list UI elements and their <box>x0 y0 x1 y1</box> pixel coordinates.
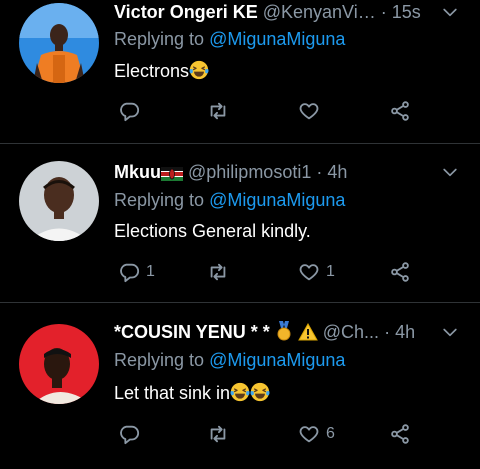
heart-icon <box>298 100 320 122</box>
laughing-tears-emoji-icon <box>189 60 209 80</box>
tweet[interactable]: Victor Ongeri KE @KenyanVi… · 15s Replyi… <box>0 0 480 143</box>
retweet-button[interactable] <box>206 261 236 283</box>
like-count: 1 <box>326 263 335 280</box>
replying-prefix: Replying to <box>114 29 210 49</box>
replying-to: Replying to @MigunaMiguna <box>114 29 345 50</box>
like-button[interactable] <box>298 100 326 122</box>
chevron-down-icon[interactable] <box>440 162 460 182</box>
replying-prefix: Replying to <box>114 190 210 210</box>
tweet-text-content: Let that sink in <box>114 383 231 403</box>
mention-link[interactable]: @MigunaMiguna <box>209 29 345 49</box>
display-name[interactable]: *COUSIN YENU * * <box>114 322 270 342</box>
reply-count: 1 <box>146 263 155 280</box>
chevron-down-icon[interactable] <box>440 322 460 342</box>
medal-emoji-icon <box>277 321 291 341</box>
like-button[interactable]: 6 <box>298 423 335 445</box>
replying-to: Replying to @MigunaMiguna <box>114 350 345 371</box>
mention-link[interactable]: @MigunaMiguna <box>209 350 345 370</box>
tweet-text: Electrons <box>114 60 209 82</box>
tweet[interactable]: Mkuu @philipmosoti1 · 4h Replying to @Mi… <box>0 144 480 302</box>
timestamp[interactable]: 4h <box>395 322 415 342</box>
laughing-tears-emoji-icon <box>230 382 250 402</box>
tweet[interactable]: *COUSIN YENU * * @Ch... · 4h Replying to… <box>0 303 480 469</box>
user-handle[interactable]: @KenyanVi… <box>263 2 376 22</box>
reply-icon <box>118 261 140 283</box>
reply-button[interactable] <box>118 100 146 122</box>
share-icon <box>389 100 411 122</box>
reply-button[interactable] <box>118 423 146 445</box>
tweet-header: *COUSIN YENU * * @Ch... · 4h <box>114 320 460 344</box>
like-button[interactable]: 1 <box>298 261 335 283</box>
tweet-header: Victor Ongeri KE @KenyanVi… · 15s <box>114 0 460 24</box>
separator: · <box>384 322 391 342</box>
display-name[interactable]: Mkuu <box>114 162 161 182</box>
share-button[interactable] <box>389 261 411 283</box>
like-count: 6 <box>326 425 335 442</box>
timestamp[interactable]: 4h <box>327 162 347 182</box>
reply-button[interactable]: 1 <box>118 261 155 283</box>
tweet-text-content: Electrons <box>114 61 190 81</box>
share-icon <box>389 423 411 445</box>
user-handle[interactable]: @philipmosoti1 <box>188 162 311 182</box>
display-name[interactable]: Victor Ongeri KE <box>114 2 258 22</box>
mention-link[interactable]: @MigunaMiguna <box>209 190 345 210</box>
tweet-text: Let that sink in <box>114 382 270 404</box>
heart-icon <box>298 261 320 283</box>
laughing-tears-emoji-icon <box>250 382 270 402</box>
tweet-header: Mkuu @philipmosoti1 · 4h <box>114 160 460 184</box>
kenya-flag-icon <box>161 167 183 181</box>
timestamp[interactable]: 15s <box>392 2 421 22</box>
avatar[interactable] <box>19 3 99 83</box>
share-button[interactable] <box>389 100 411 122</box>
tweet-text: Elections General kindly. <box>114 221 311 242</box>
reply-icon <box>118 100 140 122</box>
separator: · <box>380 2 387 22</box>
retweet-button[interactable] <box>206 100 236 122</box>
warning-emoji-icon <box>297 323 318 341</box>
avatar[interactable] <box>19 161 99 241</box>
retweet-icon <box>206 261 230 283</box>
replying-to: Replying to @MigunaMiguna <box>114 190 345 211</box>
retweet-icon <box>206 423 230 445</box>
separator: · <box>316 162 323 182</box>
avatar[interactable] <box>19 324 99 404</box>
retweet-icon <box>206 100 230 122</box>
share-button[interactable] <box>389 423 411 445</box>
reply-icon <box>118 423 140 445</box>
chevron-down-icon[interactable] <box>440 2 460 22</box>
user-handle[interactable]: @Ch... <box>323 322 379 342</box>
share-icon <box>389 261 411 283</box>
replying-prefix: Replying to <box>114 350 210 370</box>
retweet-button[interactable] <box>206 423 236 445</box>
heart-icon <box>298 423 320 445</box>
tweet-text-content: Elections General kindly. <box>114 221 311 241</box>
